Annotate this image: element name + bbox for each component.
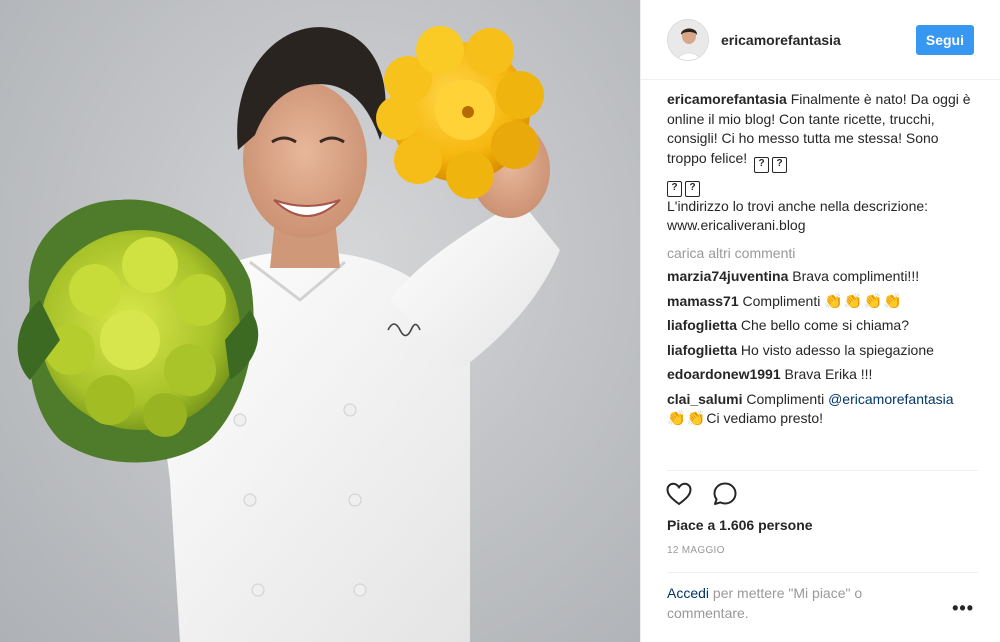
comment-username[interactable]: liafoglietta [667, 342, 737, 358]
comment-item: liafoglietta Che bello come si chiama? [667, 316, 978, 336]
caption: ericamorefantasia Finalmente è nato! Da … [667, 90, 978, 236]
more-options-button[interactable]: ••• [952, 598, 974, 618]
comment-username[interactable]: edoardonew1991 [667, 366, 781, 382]
romanesco [17, 199, 259, 463]
unsupported-emoji-icon: ? [685, 180, 700, 197]
comment-item: marzia74juventina Brava complimenti!!! [667, 267, 978, 287]
post-header: ericamorefantasia Segui [641, 0, 1000, 80]
comment-item: edoardonew1991 Brava Erika !!! [667, 365, 978, 385]
comment-text: Complimenti [742, 292, 821, 309]
comments-list[interactable]: ericamorefantasia Finalmente è nato! Da … [667, 90, 978, 468]
unsupported-emoji-icon: ? [772, 156, 788, 173]
comment-text: Che bello come si chiama? [740, 317, 909, 333]
avatar[interactable] [667, 18, 709, 61]
caption-text-2: L'indirizzo lo trovi anche nella descriz… [667, 197, 929, 234]
caption-username[interactable]: ericamorefantasia [667, 91, 787, 107]
post-side-panel: ericamorefantasia Segui ericamorefantasi… [640, 0, 1000, 642]
post-date: 12 MAGGIO [667, 545, 725, 556]
comment-text: Brava Erika !!! [784, 366, 873, 382]
clapping-hands-icon: 👏👏 [667, 410, 707, 427]
login-prompt: Accedi per mettere "Mi piace" o commenta… [667, 584, 917, 623]
heart-icon[interactable] [665, 480, 693, 508]
divider [667, 470, 978, 471]
comment-text: Complimenti [746, 390, 825, 407]
header-username[interactable]: ericamorefantasia [721, 32, 916, 48]
chef-photo-illustration [17, 26, 560, 642]
comment-text: Brava complimenti!!! [792, 268, 920, 284]
unsupported-emoji-icon: ? [667, 180, 682, 197]
comment-item: mamass71 Complimenti 👏👏👏👏 [667, 292, 978, 312]
comment-username[interactable]: marzia74juventina [667, 268, 788, 284]
likes-count[interactable]: Piace a 1.606 persone [667, 517, 813, 533]
follow-button[interactable]: Segui [915, 24, 974, 55]
comment-username[interactable]: clai_salumi [667, 391, 743, 407]
clapping-hands-icon: 👏👏👏👏 [824, 292, 903, 310]
divider [667, 572, 978, 573]
comment-username[interactable]: mamass71 [667, 293, 739, 309]
comment-text-after: Ci vediamo presto! [706, 410, 824, 426]
comment-text: Ho visto adesso la spiegazione [740, 341, 934, 358]
comment-item: clai_salumi Complimenti @ericamorefantas… [667, 390, 978, 429]
unsupported-emoji-icon: ? [754, 156, 770, 173]
post-actions [665, 480, 739, 508]
comment-item: liafoglietta Ho visto adesso la spiegazi… [667, 341, 978, 361]
comment-username[interactable]: liafoglietta [667, 317, 737, 333]
comment-icon[interactable] [711, 480, 739, 508]
load-more-comments-link[interactable]: carica altri commenti [667, 244, 978, 264]
post-photo[interactable] [0, 0, 640, 642]
instagram-post: ericamorefantasia Segui ericamorefantasi… [0, 0, 1000, 642]
avatar-image [668, 19, 708, 60]
comment-mention-link[interactable]: @ericamorefantasia [828, 391, 954, 407]
login-link[interactable]: Accedi [667, 585, 709, 601]
